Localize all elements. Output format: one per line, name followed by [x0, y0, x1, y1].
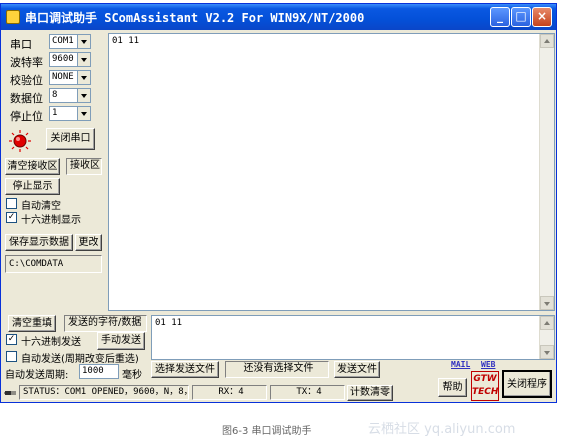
baud-value: 9600 [52, 54, 74, 64]
receive-scrollbar[interactable] [539, 34, 554, 310]
save-data-button[interactable]: 保存显示数据 [5, 234, 73, 251]
window-title: 串口调试助手 SComAssistant V2.2 For WIN9X/NT/2… [25, 11, 365, 25]
period-value: 1000 [82, 366, 104, 376]
stopbits-select[interactable]: 1 [49, 106, 91, 121]
databits-label: 数据位 [10, 92, 43, 105]
period-input[interactable]: 1000 [79, 364, 119, 379]
port-value: COM1 [52, 36, 74, 46]
databits-select[interactable]: 8 [49, 88, 91, 103]
databits-value: 8 [52, 90, 58, 100]
port-label: 串口 [10, 38, 32, 51]
chevron-down-icon [77, 89, 90, 102]
auto-clear-label: 自动清空 [21, 201, 61, 212]
auto-send-checkbox[interactable] [6, 351, 17, 362]
port-status-indicator-icon [9, 130, 31, 152]
stop-display-button[interactable]: 停止显示 [5, 178, 60, 195]
receive-area-label: 接收区 [66, 158, 102, 175]
send-textarea[interactable]: 01 11 [151, 315, 555, 360]
port-select[interactable]: COM1 [49, 34, 91, 49]
app-window: 串口调试助手 SComAssistant V2.2 For WIN9X/NT/2… [0, 3, 557, 403]
receive-text: 01 11 [112, 36, 140, 46]
parity-label: 校验位 [10, 74, 43, 87]
hex-display-checkbox[interactable]: ✓ [6, 212, 17, 223]
clear-receive-button[interactable]: 清空接收区 [5, 158, 60, 175]
help-button[interactable]: 帮助 [438, 378, 467, 397]
chevron-down-icon [77, 35, 90, 48]
mail-link[interactable]: MAIL [451, 360, 470, 369]
chevron-down-icon [77, 107, 90, 120]
scroll-up-icon[interactable] [540, 316, 554, 330]
receive-textarea[interactable]: 01 11 [108, 33, 555, 311]
selected-file-field: 还没有选择文件 [225, 361, 329, 378]
gtw-tech-logo-text: GTW TECH [472, 374, 499, 397]
send-text: 01 11 [155, 318, 183, 328]
title-bar[interactable]: 串口调试助手 SComAssistant V2.2 For WIN9X/NT/2… [1, 4, 556, 30]
baud-label: 波特率 [10, 56, 43, 69]
web-link[interactable]: WEB [481, 360, 495, 369]
reset-count-button[interactable]: 计数清零 [347, 385, 393, 401]
app-icon [6, 10, 20, 24]
stopbits-label: 停止位 [10, 110, 43, 123]
clear-resend-button[interactable]: 清空重填 [8, 315, 56, 332]
close-program-button[interactable]: 关闭程序 [502, 370, 552, 398]
parity-select[interactable]: NONE [49, 70, 91, 85]
period-label: 自动发送周期: [5, 370, 69, 381]
auto-send-label: 自动发送(周期改变后重选) [21, 354, 139, 365]
hex-send-checkbox[interactable]: ✓ [6, 334, 17, 345]
status-text: STATUS：COM1 OPENED，9600，N，8，1 [19, 385, 189, 400]
hex-display-label: 十六进制显示 [21, 215, 81, 226]
maximize-button[interactable]: □ [511, 7, 531, 27]
parity-value: NONE [52, 72, 74, 82]
send-file-button[interactable]: 发送文件 [334, 361, 380, 378]
chevron-down-icon [77, 71, 90, 84]
close-port-button[interactable]: 关闭串口 [46, 128, 95, 150]
tx-counter: TX：4 [270, 385, 345, 400]
gtw-tech-logo: GTW TECH [471, 371, 499, 401]
hex-send-label: 十六进制发送 [21, 337, 81, 348]
period-unit: 毫秒 [122, 370, 142, 381]
scroll-up-icon[interactable] [540, 34, 554, 48]
baud-select[interactable]: 9600 [49, 52, 91, 67]
minimize-button[interactable]: _ [490, 7, 510, 27]
stopbits-value: 1 [52, 108, 58, 118]
manual-send-button[interactable]: 手动发送 [97, 332, 145, 350]
watermark: 云栖社区 yq.aliyun.com [368, 422, 516, 437]
figure-caption: 图6-3 串口调试助手 [222, 426, 312, 437]
plug-icon [4, 391, 16, 395]
chevron-down-icon [77, 53, 90, 66]
send-data-label: 发送的字符/数据 [64, 315, 147, 332]
close-button[interactable]: × [532, 7, 552, 27]
select-file-button[interactable]: 选择发送文件 [151, 361, 219, 378]
rx-counter: RX：4 [192, 385, 267, 400]
scroll-down-icon[interactable] [540, 296, 554, 310]
save-path-field: C:\COMDATA [5, 255, 102, 273]
change-path-button[interactable]: 更改 [75, 234, 102, 251]
send-scrollbar[interactable] [539, 316, 554, 359]
auto-clear-checkbox[interactable] [6, 198, 17, 209]
scroll-down-icon[interactable] [540, 345, 554, 359]
